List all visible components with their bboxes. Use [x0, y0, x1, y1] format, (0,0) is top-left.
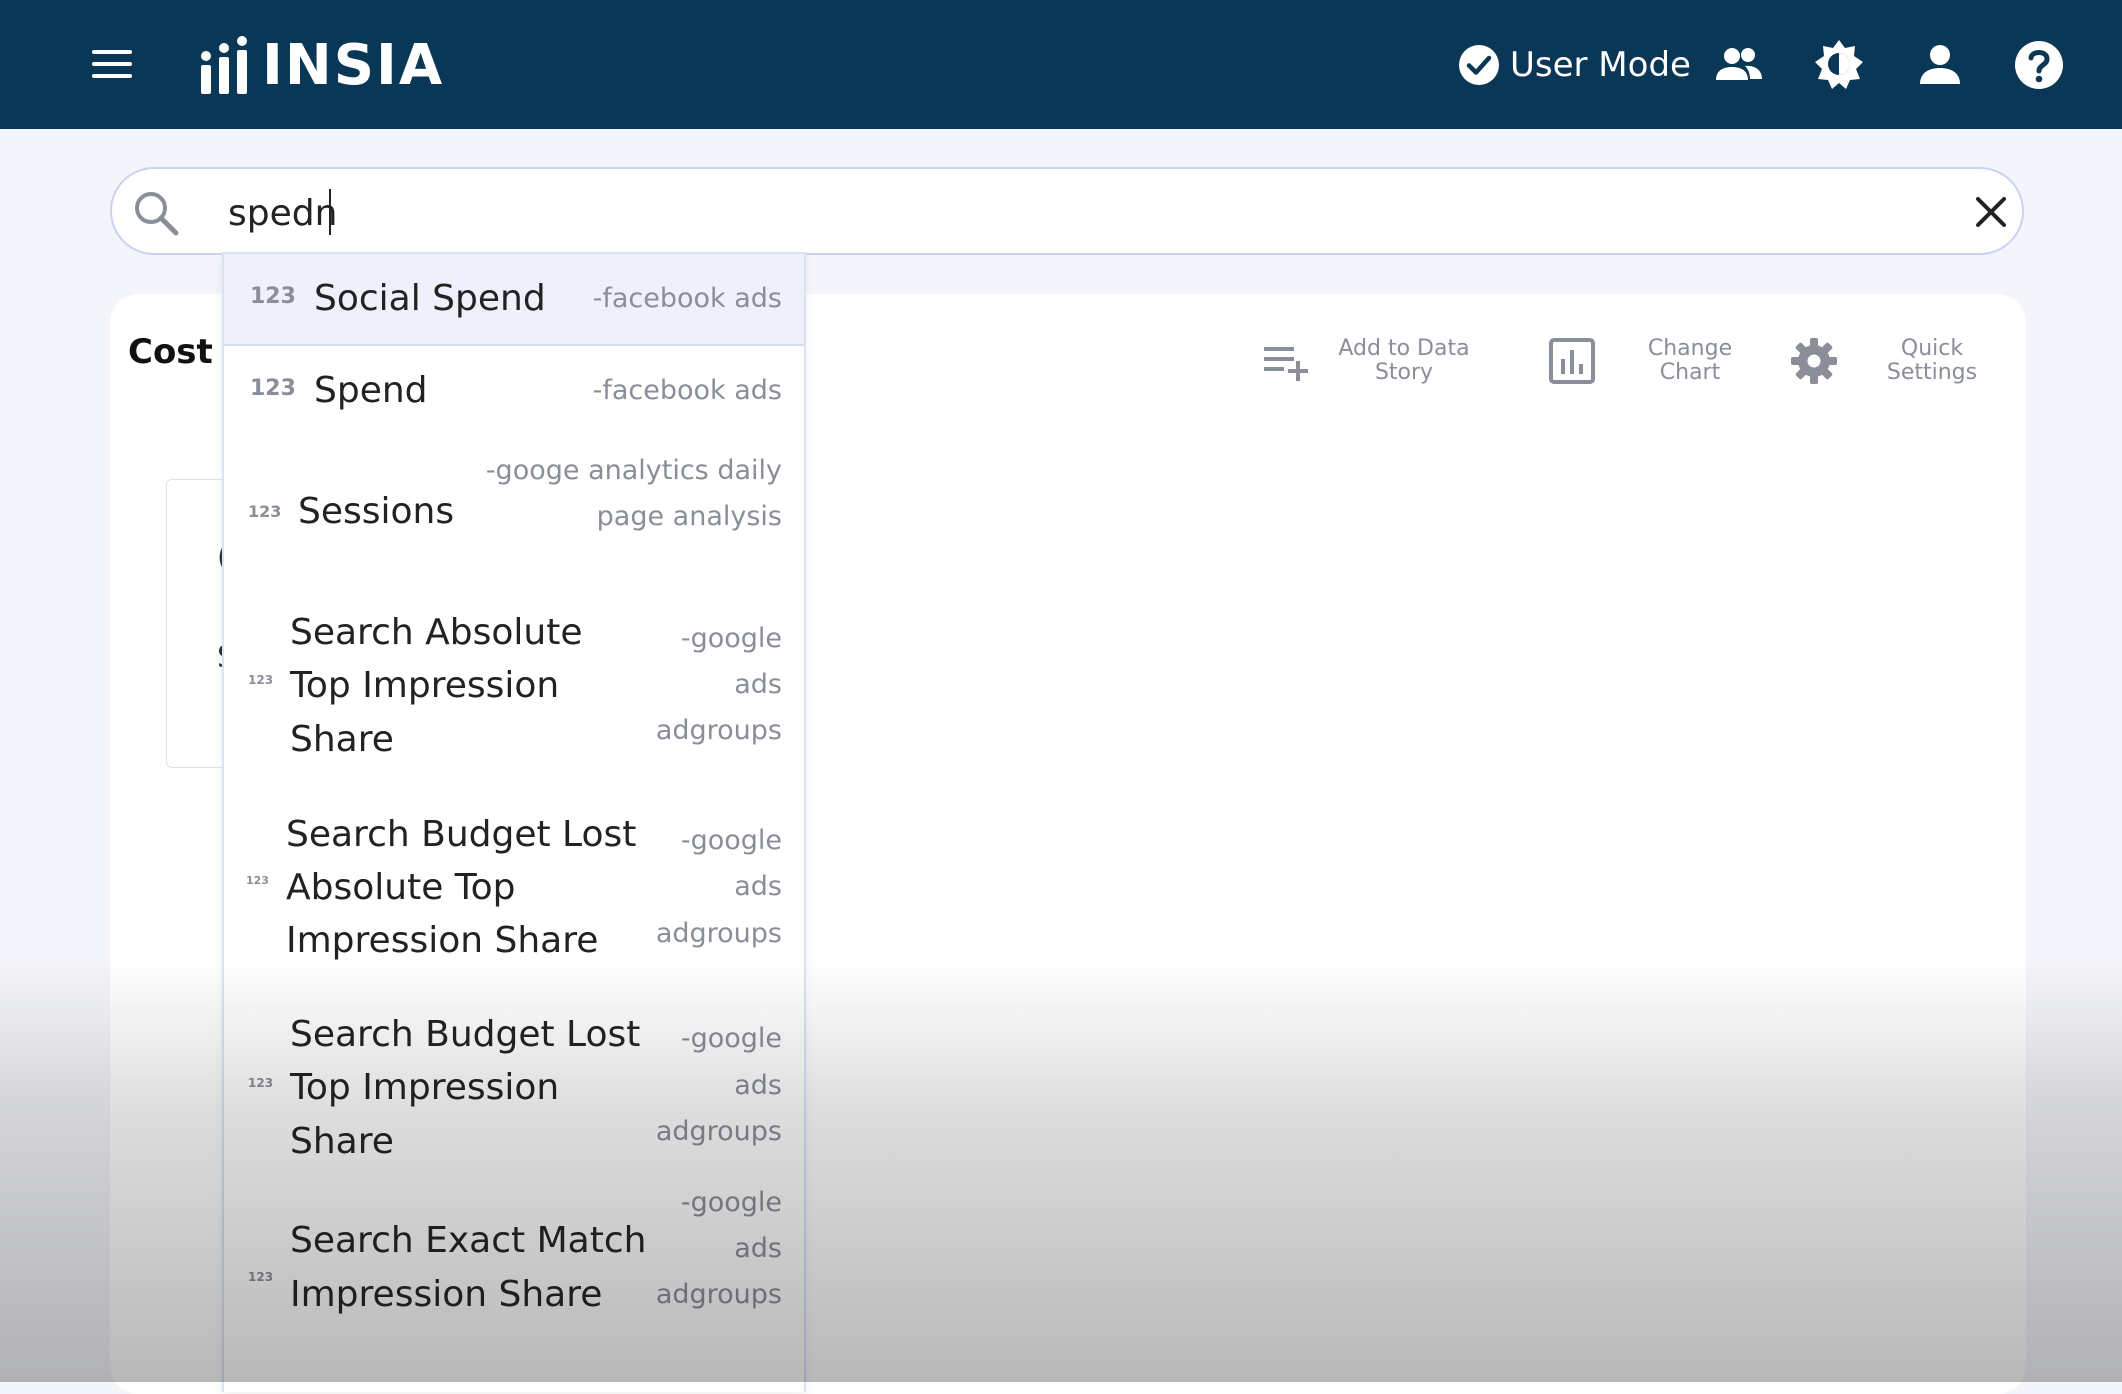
suggestion-name: Search Budget Lost — [290, 1014, 641, 1055]
suggestion-source: -google — [680, 623, 782, 654]
suggestion-source: -googe analytics daily — [485, 455, 782, 486]
suggestion-social-spend[interactable]: 123 Social Spend -facebook ads — [224, 254, 804, 346]
suggestion-search-budget-lost-top-impression-share[interactable]: 123 Search Budget Lost Top Impression Sh… — [224, 982, 804, 1186]
add-to-data-story-button[interactable]: Add to Data Story — [1262, 326, 1474, 396]
user-mode-label: User Mode — [1510, 45, 1691, 85]
search-suggestions-dropdown: 123 Social Spend -facebook ads 123 Spend… — [222, 252, 806, 1392]
suggestion-source: -facebook ads — [592, 375, 782, 406]
suggestion-search-absolute-top-impression-share[interactable]: 123 Search Absolute Top Impression Share… — [224, 582, 804, 782]
suggestion-source: adgroups — [655, 1116, 782, 1147]
suggestion-name: Share — [290, 1121, 394, 1162]
top-app-bar: INSIA User Mode — [0, 0, 2122, 129]
people-icon[interactable] — [1712, 38, 1766, 92]
suggestion-source: -facebook ads — [592, 283, 782, 314]
bar-chart-icon — [1549, 338, 1595, 384]
suggestion-name: Share — [290, 719, 394, 760]
change-chart-button[interactable]: Change Chart — [1548, 326, 1760, 396]
suggestion-name: Top Impression — [290, 665, 560, 706]
suggestion-source: -google — [680, 825, 782, 856]
suggestion-spend[interactable]: 123 Spend -facebook ads — [224, 346, 804, 442]
suggestion-name: Social Spend — [314, 278, 546, 319]
suggestion-name: Sessions — [298, 491, 455, 532]
text-caret — [329, 189, 331, 235]
check-circle-icon — [1459, 45, 1499, 85]
search-bar — [110, 167, 2024, 255]
suggestion-name: Impression Share — [286, 920, 599, 961]
suggestion-source: ads — [734, 669, 782, 700]
suggestion-source: ads — [734, 1233, 782, 1264]
numeric-type-icon: 123 — [250, 284, 296, 309]
suggestion-source: ads — [734, 871, 782, 902]
user-mode-toggle[interactable]: User Mode — [1458, 41, 1691, 89]
app-logo[interactable]: INSIA — [198, 32, 445, 98]
search-icon — [135, 192, 179, 236]
playlist-add-icon — [1264, 347, 1308, 381]
suggestion-name: Search Absolute — [290, 612, 583, 653]
add-to-data-story-label: Add to Data Story — [1338, 336, 1470, 385]
suggestion-name: Top Impression — [290, 1067, 560, 1108]
numeric-type-icon: 123 — [248, 673, 274, 687]
suggestion-name: Search Exact Match — [290, 1220, 647, 1261]
suggestion-source: adgroups — [655, 918, 782, 949]
suggestion-source: adgroups — [655, 715, 782, 746]
app-name: INSIA — [262, 32, 445, 98]
account-icon[interactable] — [1913, 38, 1967, 92]
suggestion-name: Search Budget Lost — [286, 814, 637, 855]
suggestion-source: ads — [734, 1070, 782, 1101]
insia-logo-icon — [201, 36, 247, 94]
numeric-type-icon: 123 — [250, 376, 296, 401]
gear-icon — [1791, 338, 1837, 384]
suggestion-source: -google — [680, 1023, 782, 1054]
numeric-type-icon: 123 — [246, 874, 269, 887]
brightness-icon[interactable] — [1812, 38, 1866, 92]
numeric-type-icon: 123 — [248, 1270, 274, 1284]
suggestion-search-exact-match-impression-share[interactable]: 123 Search Exact Match Impression Share … — [224, 1186, 804, 1386]
search-input[interactable] — [226, 187, 1930, 239]
suggestion-name: Spend — [314, 370, 428, 411]
quick-settings-button[interactable]: Quick Settings — [1790, 326, 2002, 396]
suggestion-source: page analysis — [596, 501, 782, 532]
suggestion-name: Absolute Top — [286, 867, 516, 908]
suggestion-name: Impression Share — [290, 1274, 603, 1315]
menu-icon[interactable] — [92, 48, 132, 80]
suggestion-sessions[interactable]: 123 Sessions -googe analytics daily page… — [224, 442, 804, 582]
clear-search-icon[interactable] — [1968, 189, 2014, 235]
numeric-type-icon: 123 — [248, 1076, 274, 1090]
help-icon[interactable] — [2012, 38, 2066, 92]
change-chart-label: Change Chart — [1647, 336, 1733, 385]
numeric-type-icon: 123 — [248, 502, 282, 521]
suggestion-source: -google — [680, 1187, 782, 1218]
suggestion-search-budget-lost-absolute-top-impression-share[interactable]: 123 Search Budget Lost Absolute Top Impr… — [224, 782, 804, 982]
suggestion-source: adgroups — [655, 1279, 782, 1310]
quick-settings-label: Quick Settings — [1886, 336, 1978, 385]
